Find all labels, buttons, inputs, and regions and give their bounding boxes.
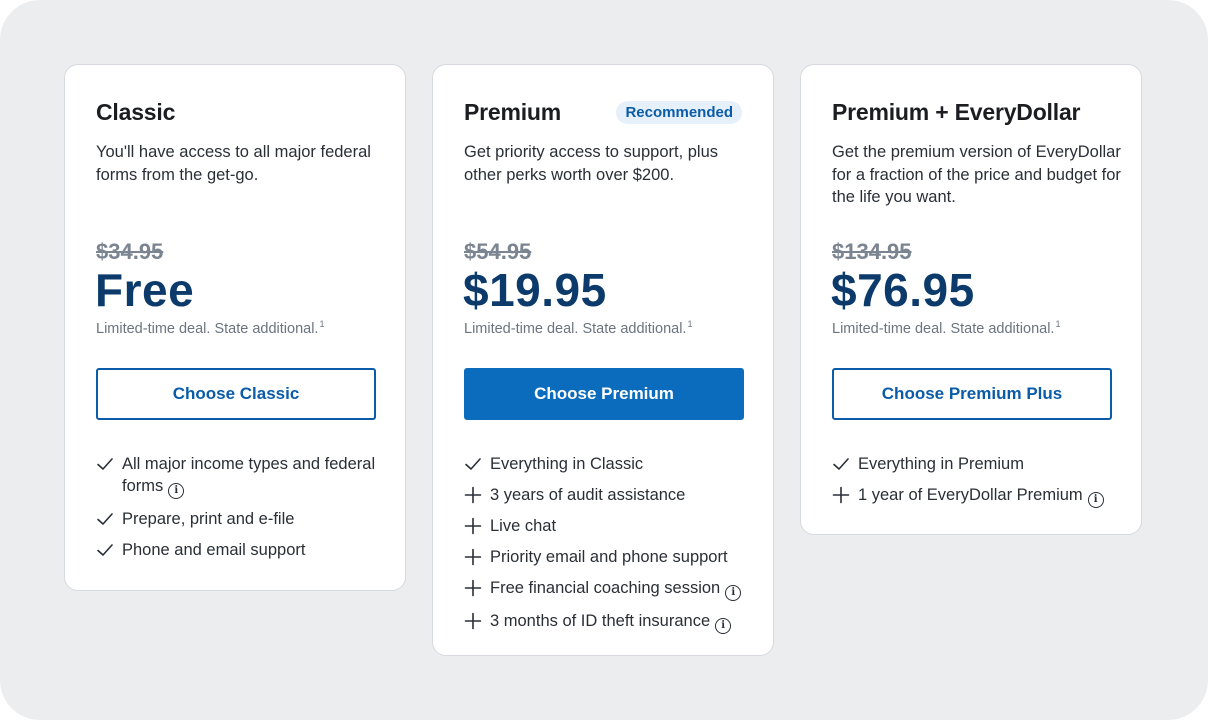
plan-card-premium-plus: Premium + EveryDollar Get the premium ve… bbox=[800, 64, 1142, 535]
footnote-marker: 1 bbox=[687, 319, 693, 329]
feature-label: 1 year of EveryDollar Premium bbox=[858, 486, 1083, 504]
feature-label: Everything in Premium bbox=[858, 455, 1024, 473]
plan-price: $19.95 bbox=[463, 264, 607, 316]
feature-label: 3 months of ID theft insurance bbox=[490, 612, 711, 630]
choose-premium-button[interactable]: Choose Premium bbox=[464, 368, 744, 420]
feature-item: 3 months of ID theft insurance i bbox=[464, 610, 764, 634]
feature-item: Live chat bbox=[464, 515, 764, 537]
check-icon bbox=[464, 455, 482, 473]
feature-item: All major income types and federal forms… bbox=[96, 453, 396, 499]
price-note: Limited-time deal. State additional.1 bbox=[464, 319, 692, 337]
feature-item: Everything in Premium bbox=[832, 453, 1132, 475]
feature-text: Live chat bbox=[490, 515, 764, 537]
choose-premium-plus-button[interactable]: Choose Premium Plus bbox=[832, 368, 1112, 420]
feature-text: Prepare, print and e-file bbox=[122, 508, 396, 530]
check-icon bbox=[96, 455, 114, 473]
feature-text: 3 years of audit assistance bbox=[490, 484, 764, 506]
feature-item: 1 year of EveryDollar Premium i bbox=[832, 484, 1132, 508]
footnote-marker: 1 bbox=[319, 319, 325, 329]
feature-label: Everything in Classic bbox=[490, 455, 644, 473]
plan-title: Premium + EveryDollar bbox=[832, 99, 1081, 125]
check-icon bbox=[96, 510, 114, 528]
footnote-marker: 1 bbox=[1055, 319, 1061, 329]
feature-item: Prepare, print and e-file bbox=[96, 508, 396, 530]
feature-item: Everything in Classic bbox=[464, 453, 764, 475]
original-price: $134.95 bbox=[832, 239, 912, 264]
price-note-text: Limited-time deal. State additional. bbox=[96, 321, 319, 337]
price-note-text: Limited-time deal. State additional. bbox=[832, 321, 1055, 337]
plan-title: Premium bbox=[464, 99, 562, 125]
plan-card-classic: Classic You'll have access to all major … bbox=[64, 64, 406, 591]
feature-text: Phone and email support bbox=[122, 539, 396, 561]
plus-icon bbox=[832, 486, 850, 504]
plan-card-premium: Premium Recommended Get priority access … bbox=[432, 64, 774, 656]
plan-title: Classic bbox=[96, 99, 176, 125]
plan-price: Free bbox=[95, 264, 195, 316]
feature-label: Priority email and phone support bbox=[490, 548, 728, 566]
choose-classic-button[interactable]: Choose Classic bbox=[96, 368, 376, 420]
feature-list: Everything in Classic 3 years of audit as… bbox=[464, 453, 764, 643]
feature-text: Everything in Classic bbox=[490, 453, 764, 475]
feature-label: Live chat bbox=[490, 517, 557, 535]
feature-text: 3 months of ID theft insurance i bbox=[490, 610, 764, 634]
feature-label: 3 years of audit assistance bbox=[490, 486, 686, 504]
price-note: Limited-time deal. State additional.1 bbox=[832, 319, 1060, 337]
feature-item: Phone and email support bbox=[96, 539, 396, 561]
feature-label: Prepare, print and e-file bbox=[122, 510, 295, 528]
original-price: $34.95 bbox=[96, 239, 164, 264]
plan-description: Get priority access to support, plus oth… bbox=[464, 143, 719, 184]
feature-item: 3 years of audit assistance bbox=[464, 484, 764, 506]
feature-label: Phone and email support bbox=[122, 541, 306, 559]
info-icon[interactable]: i bbox=[1087, 492, 1104, 508]
feature-label: Free financial coaching session bbox=[490, 579, 721, 597]
page-background: Classic You'll have access to all major … bbox=[0, 0, 1208, 720]
feature-text: Priority email and phone support bbox=[490, 546, 764, 568]
feature-text: All major income types and federal forms… bbox=[122, 453, 396, 499]
plan-description: You'll have access to all major federal … bbox=[96, 143, 371, 184]
info-icon[interactable]: i bbox=[715, 618, 732, 634]
info-icon[interactable]: i bbox=[725, 585, 742, 601]
plus-icon bbox=[464, 612, 482, 630]
feature-label: All major income types and federal forms bbox=[122, 455, 376, 495]
plus-icon bbox=[464, 517, 482, 535]
plus-icon bbox=[464, 579, 482, 597]
feature-text: Free financial coaching session i bbox=[490, 577, 764, 601]
feature-item: Priority email and phone support bbox=[464, 546, 764, 568]
plan-price: $76.95 bbox=[831, 264, 975, 316]
check-icon bbox=[96, 541, 114, 559]
price-note-text: Limited-time deal. State additional. bbox=[464, 321, 687, 337]
check-icon bbox=[832, 455, 850, 473]
original-price: $54.95 bbox=[464, 239, 532, 264]
price-note: Limited-time deal. State additional.1 bbox=[96, 319, 324, 337]
plus-icon bbox=[464, 548, 482, 566]
plan-description: Get the premium version of EveryDollar f… bbox=[832, 143, 1121, 206]
feature-item: Free financial coaching session i bbox=[464, 577, 764, 601]
recommended-badge: Recommended bbox=[616, 101, 742, 124]
feature-text: 1 year of EveryDollar Premium i bbox=[858, 484, 1132, 508]
feature-list: Everything in Premium 1 year of EveryDoll… bbox=[832, 453, 1132, 517]
info-icon[interactable]: i bbox=[168, 483, 185, 499]
feature-text: Everything in Premium bbox=[858, 453, 1132, 475]
plus-icon bbox=[464, 486, 482, 504]
feature-list: All major income types and federal forms… bbox=[96, 453, 396, 570]
